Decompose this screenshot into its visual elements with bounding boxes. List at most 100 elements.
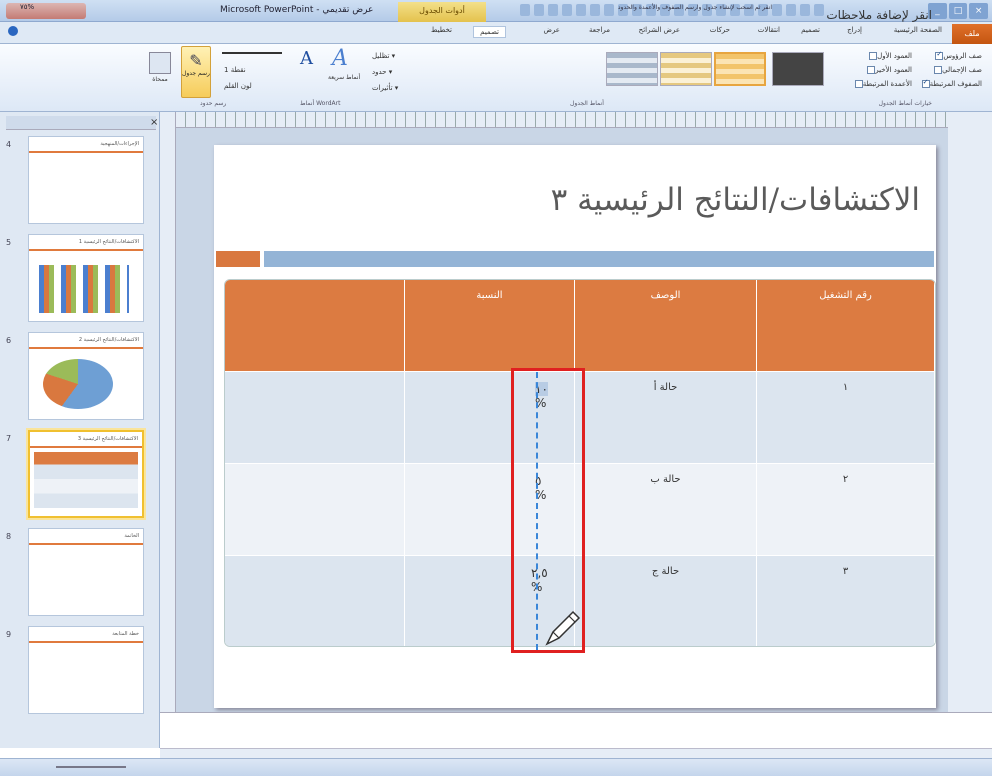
pen-style-line[interactable] — [222, 52, 282, 54]
slide-thumbnail[interactable]: خطة المتابعة — [28, 626, 144, 714]
tab-table-layout[interactable]: تخطيط — [431, 26, 452, 34]
accent-bar-orange — [216, 251, 260, 267]
table-style-swatch[interactable] — [660, 52, 712, 86]
pen-color-button[interactable]: لون القلم — [224, 82, 252, 90]
tab-view[interactable]: عرض — [543, 26, 560, 34]
close-panel-icon[interactable]: × — [150, 117, 158, 128]
borders-button[interactable]: حدود ▾ — [372, 68, 392, 76]
toolbar-icon[interactable] — [604, 4, 614, 16]
table-header-cell[interactable]: الوصف — [575, 280, 757, 372]
table-mini-icon — [34, 452, 138, 508]
table-cell[interactable]: حالة ج — [575, 556, 757, 646]
tab-file[interactable]: ملف — [952, 24, 992, 44]
slide-thumbnail[interactable]: الاكتشافات/النتائج الرئيسية 2 — [28, 332, 144, 420]
horizontal-scrollbar[interactable] — [160, 748, 992, 758]
toolbar-icon[interactable] — [800, 4, 810, 16]
pie-chart-icon — [43, 359, 113, 409]
tab-transitions[interactable]: انتقالات — [758, 26, 780, 34]
table-header-cell[interactable]: النسبة — [405, 280, 575, 372]
table-header-cell[interactable]: رقم التشغيل — [757, 280, 935, 372]
banded-columns-option[interactable]: الأعمدة المرتبطة — [853, 80, 912, 88]
notes-placeholder[interactable]: انقر لإضافة ملاحظات — [826, 8, 932, 22]
ppt-app-icon[interactable] — [6, 3, 86, 19]
toolbar-icon[interactable] — [562, 4, 572, 16]
checkbox-icon — [854, 80, 863, 88]
eraser-icon — [149, 52, 171, 74]
table-header-cell[interactable] — [225, 280, 405, 372]
tab-review[interactable]: مراجعة — [589, 26, 610, 34]
table-styles-group-label: أنماط الجدول — [570, 100, 604, 107]
slide-number: 7 — [6, 434, 12, 443]
toolbar-icon[interactable] — [548, 4, 558, 16]
total-row-option[interactable]: صف الإجمالي — [932, 66, 982, 74]
first-column-option[interactable]: العمود الأول — [867, 52, 912, 60]
toolbar-icon[interactable] — [590, 4, 600, 16]
slide-number: 5 — [6, 238, 12, 247]
tab-slideshow[interactable]: عرض الشرائح — [639, 26, 680, 34]
checkbox-icon — [921, 80, 930, 88]
table-cell[interactable]: ٣ — [757, 556, 935, 646]
toolbar-icon[interactable] — [534, 4, 544, 16]
slide-number: 6 — [6, 336, 12, 345]
tab-animations[interactable]: حركات — [710, 26, 730, 34]
quick-styles-icon[interactable]: A — [332, 46, 348, 71]
style-options-group-label: خيارات أنماط الجدول — [878, 100, 932, 107]
notes-pane[interactable] — [160, 712, 992, 748]
slide-thumbnail[interactable]: الخاتمة — [28, 528, 144, 616]
table-cell[interactable] — [225, 372, 405, 464]
table-tools-context-label: أدوات الجدول — [398, 2, 486, 22]
pencil-table-icon: ✎ — [189, 51, 203, 70]
wordart-a-icon[interactable]: A — [300, 48, 313, 69]
toolbar-icon[interactable] — [786, 4, 796, 16]
table-cell[interactable] — [225, 464, 405, 556]
checkbox-icon — [869, 52, 878, 60]
table-cell[interactable] — [225, 556, 405, 646]
banded-rows-option[interactable]: الصفوف المرتبطة — [920, 80, 982, 88]
toolbar-icon[interactable] — [772, 4, 782, 16]
window-controls: _ □ × — [928, 3, 989, 19]
toolbar-icon[interactable] — [814, 4, 824, 16]
panel-tabs[interactable] — [6, 116, 156, 130]
table-style-swatch[interactable] — [606, 52, 658, 86]
quick-styles-button[interactable]: أنماط سريعة — [328, 74, 360, 81]
close-button[interactable]: × — [969, 3, 989, 19]
table-style-swatch[interactable] — [714, 52, 766, 86]
table-cell[interactable]: ٢ — [757, 464, 935, 556]
header-row-option[interactable]: صف الرؤوس — [933, 52, 982, 60]
effects-button[interactable]: تأثيرات ▾ — [372, 84, 398, 92]
slide-thumbnail-selected[interactable]: الاكتشافات/النتائج الرئيسية 3 — [28, 430, 144, 518]
status-hint: انقر ثم اسحب لإنشاء جدول وارسم الصفوف وا… — [617, 4, 772, 11]
tab-home[interactable]: الصفحة الرئيسية — [894, 26, 942, 34]
slide-number: 8 — [6, 532, 12, 541]
slide-number: 9 — [6, 630, 12, 639]
toolbar-icon[interactable] — [576, 4, 586, 16]
table-cell[interactable]: حالة أ — [575, 372, 757, 464]
shading-button[interactable]: تظليل ▾ — [372, 52, 395, 60]
tab-insert[interactable]: إدراج — [847, 26, 862, 34]
slide-thumbnail[interactable]: الاكتشافات/النتائج الرئيسية 1 — [28, 234, 144, 322]
status-bar — [0, 758, 992, 776]
slide-title[interactable]: الاكتشافات/النتائج الرئيسية ٣ — [380, 182, 920, 218]
tab-table-design[interactable]: تصميم — [473, 26, 506, 38]
draw-table-button[interactable]: ✎ رسم جدول — [181, 46, 211, 98]
table-style-swatch[interactable] — [772, 52, 824, 86]
help-icon[interactable] — [8, 26, 18, 36]
vertical-ruler — [160, 112, 176, 712]
maximize-button[interactable]: □ — [948, 3, 968, 19]
table-cell[interactable]: حالة ب — [575, 464, 757, 556]
toolbar-icon[interactable] — [520, 4, 530, 16]
table-cell[interactable]: ١ — [757, 372, 935, 464]
zoom-slider[interactable] — [56, 766, 126, 768]
pen-weight-select[interactable]: 1 نقطة — [224, 66, 246, 74]
vertical-scrollbar[interactable] — [948, 112, 992, 748]
slide-number: 4 — [6, 140, 12, 149]
last-column-option[interactable]: العمود الأخير — [865, 66, 912, 74]
tab-design[interactable]: تصميم — [801, 26, 820, 34]
zoom-level[interactable]: ٧٥% — [20, 3, 34, 11]
wordart-group-label: أنماط WordArt — [300, 100, 341, 107]
slide-thumbnail[interactable]: الإجراءات/المنهجية — [28, 136, 144, 224]
window-title: Microsoft PowerPoint - عرض تقديمي — [220, 5, 374, 15]
draw-borders-group-label: رسم حدود — [200, 100, 227, 107]
eraser-button[interactable]: ممحاة — [146, 48, 174, 96]
checkbox-icon — [934, 66, 943, 74]
